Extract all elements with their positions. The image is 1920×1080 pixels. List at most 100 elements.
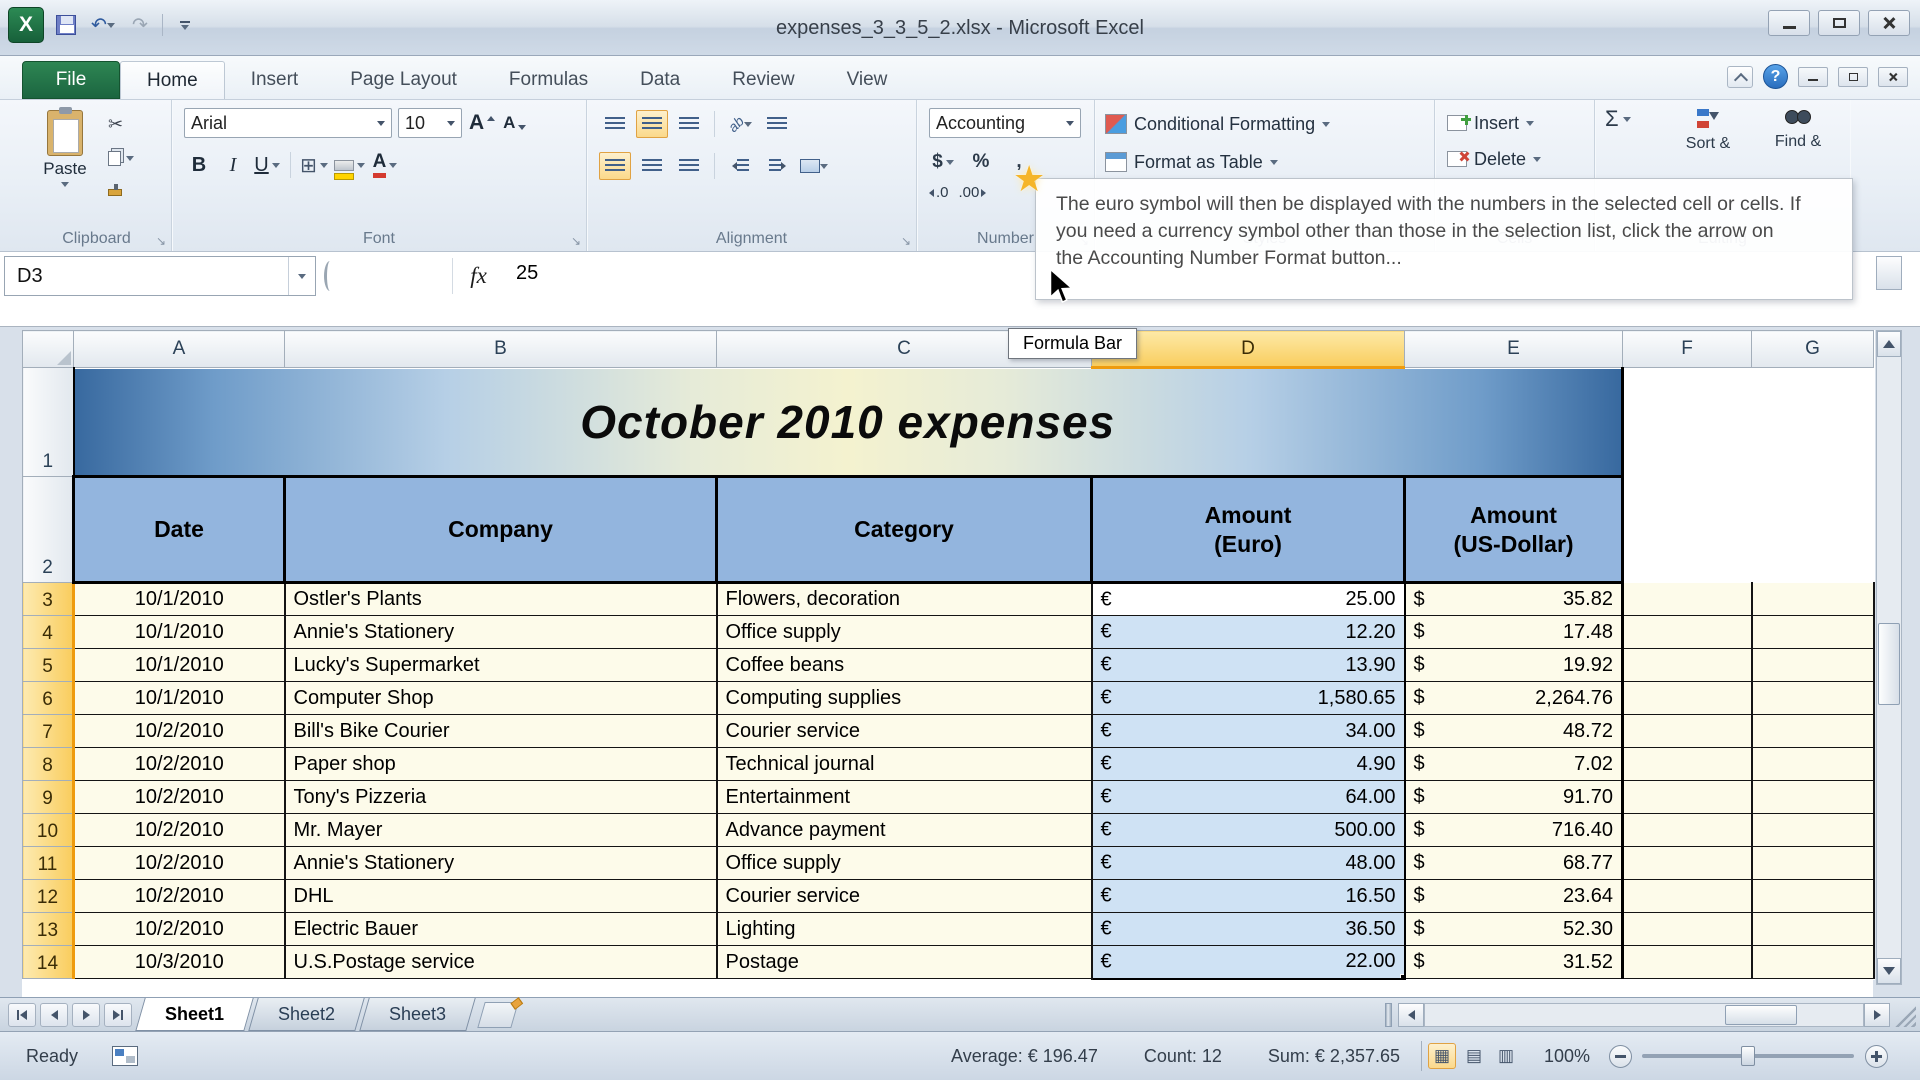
tab-formulas[interactable]: Formulas [483,61,614,99]
decrease-indent-button[interactable] [724,152,756,180]
cell-E7[interactable]: $48.72 [1403,714,1624,748]
row-header-10[interactable]: 10 [22,813,75,847]
cell-E11[interactable]: $68.77 [1403,846,1624,880]
cell-C4[interactable]: Office supply [715,615,1093,649]
tab-view[interactable]: View [821,61,914,99]
first-sheet-button[interactable] [8,1002,36,1027]
row-header-1[interactable]: 1 [22,367,74,477]
hscroll-left-button[interactable] [1398,1003,1424,1027]
cell-G6[interactable] [1750,681,1875,715]
cell-C11[interactable]: Office supply [715,846,1093,880]
fill-color-button[interactable] [333,150,366,180]
number-format-select[interactable]: Accounting [929,108,1081,138]
header-cell-company[interactable]: Company [283,475,718,584]
cell-D6[interactable]: €1,580.65 [1090,681,1406,715]
formula-input[interactable]: 25 [516,262,538,285]
cell-A11[interactable]: 10/2/2010 [72,846,286,880]
row-header-9[interactable]: 9 [22,780,75,814]
cell-G7[interactable] [1750,714,1875,748]
sort-filter-button[interactable]: Sort & [1665,106,1751,153]
tab-review[interactable]: Review [706,61,820,99]
title-banner-cell[interactable]: October 2010 expenses [72,367,1624,477]
autosum-button[interactable]: Σ [1605,106,1631,132]
delete-cells-button[interactable]: Delete [1447,144,1542,174]
cell-G10[interactable] [1750,813,1875,847]
page-layout-view-button[interactable]: ▤ [1460,1043,1488,1069]
cell-C8[interactable]: Technical journal [715,747,1093,781]
cell-A6[interactable]: 10/1/2010 [72,681,286,715]
formula-bar-gripper[interactable] [324,261,336,291]
cell-G2[interactable] [1751,476,1874,583]
cell-F3[interactable] [1621,582,1753,616]
row-header-14[interactable]: 14 [22,945,75,979]
orientation-button[interactable]: ab [724,110,756,138]
tab-split-handle[interactable] [1385,1003,1392,1027]
cell-G1[interactable] [1751,367,1874,477]
cell-D12[interactable]: €16.50 [1090,879,1406,913]
cut-button[interactable]: ✂ [108,112,134,136]
cell-C7[interactable]: Courier service [715,714,1093,748]
row-header-8[interactable]: 8 [22,747,75,781]
underline-button[interactable]: U [252,150,282,180]
header-cell-amount-usd[interactable]: Amount (US-Dollar) [1403,475,1624,584]
row-header-12[interactable]: 12 [22,879,75,913]
cell-A7[interactable]: 10/2/2010 [72,714,286,748]
page-break-view-button[interactable]: ▥ [1492,1043,1520,1069]
cell-E6[interactable]: $2,264.76 [1403,681,1624,715]
horizontal-scrollbar-thumb[interactable] [1725,1005,1797,1025]
alignment-dialog-launcher[interactable]: ↘ [901,235,911,247]
row-header-7[interactable]: 7 [22,714,75,748]
cell-B4[interactable]: Annie's Stationery [283,615,718,649]
next-sheet-button[interactable] [72,1002,100,1027]
previous-sheet-button[interactable] [40,1002,68,1027]
font-name-select[interactable]: Arial [184,108,392,138]
cell-A9[interactable]: 10/2/2010 [72,780,286,814]
minimize-ribbon-button[interactable] [1727,65,1753,88]
cell-B14[interactable]: U.S.Postage service [283,945,718,979]
cell-E9[interactable]: $91.70 [1403,780,1624,814]
paste-button[interactable]: Paste [32,107,98,220]
cell-F7[interactable] [1621,714,1753,748]
cell-G9[interactable] [1750,780,1875,814]
vertical-scrollbar-thumb[interactable] [1878,623,1900,705]
insert-cells-button[interactable]: Insert [1447,108,1535,138]
resize-grip[interactable] [1894,1003,1916,1027]
bold-button[interactable]: B [184,150,214,180]
cell-E3[interactable]: $35.82 [1403,582,1624,616]
column-header-A[interactable]: A [73,330,285,368]
cell-A3[interactable]: 10/1/2010 [72,582,286,616]
find-select-button[interactable]: Find & [1755,106,1841,151]
cell-G14[interactable] [1750,945,1875,979]
conditional-formatting-button[interactable]: Conditional Formatting [1105,108,1425,140]
cell-B3[interactable]: Ostler's Plants [283,582,718,616]
cell-F4[interactable] [1621,615,1753,649]
cell-D7[interactable]: €34.00 [1090,714,1406,748]
shrink-font-button[interactable]: A [502,112,527,134]
insert-function-button[interactable]: fx [452,258,504,294]
sheet-tab-sheet3[interactable]: Sheet3 [359,998,476,1031]
column-header-B[interactable]: B [284,330,717,368]
cell-C3[interactable]: Flowers, decoration [715,582,1093,616]
cell-F10[interactable] [1621,813,1753,847]
select-all-button[interactable] [22,330,74,368]
cell-G3[interactable] [1750,582,1875,616]
cell-G12[interactable] [1750,879,1875,913]
hscroll-right-button[interactable] [1864,1003,1890,1027]
close-button[interactable] [1868,10,1910,36]
cell-F2[interactable] [1622,476,1752,583]
cell-D9[interactable]: €64.00 [1090,780,1406,814]
cell-A10[interactable]: 10/2/2010 [72,813,286,847]
scroll-down-button[interactable] [1877,958,1901,984]
column-header-G[interactable]: G [1751,330,1874,368]
cell-C6[interactable]: Computing supplies [715,681,1093,715]
header-cell-category[interactable]: Category [715,475,1093,584]
cell-G11[interactable] [1750,846,1875,880]
workbook-close-button[interactable] [1878,66,1908,87]
sheet-tab-sheet2[interactable]: Sheet2 [248,998,365,1031]
cell-C14[interactable]: Postage [715,945,1093,979]
workbook-minimize-button[interactable] [1798,66,1828,87]
align-right-button[interactable] [673,152,705,180]
cell-D3[interactable]: €25.00 [1090,581,1406,616]
font-color-button[interactable]: A [370,150,400,180]
cell-B5[interactable]: Lucky's Supermarket [283,648,718,682]
